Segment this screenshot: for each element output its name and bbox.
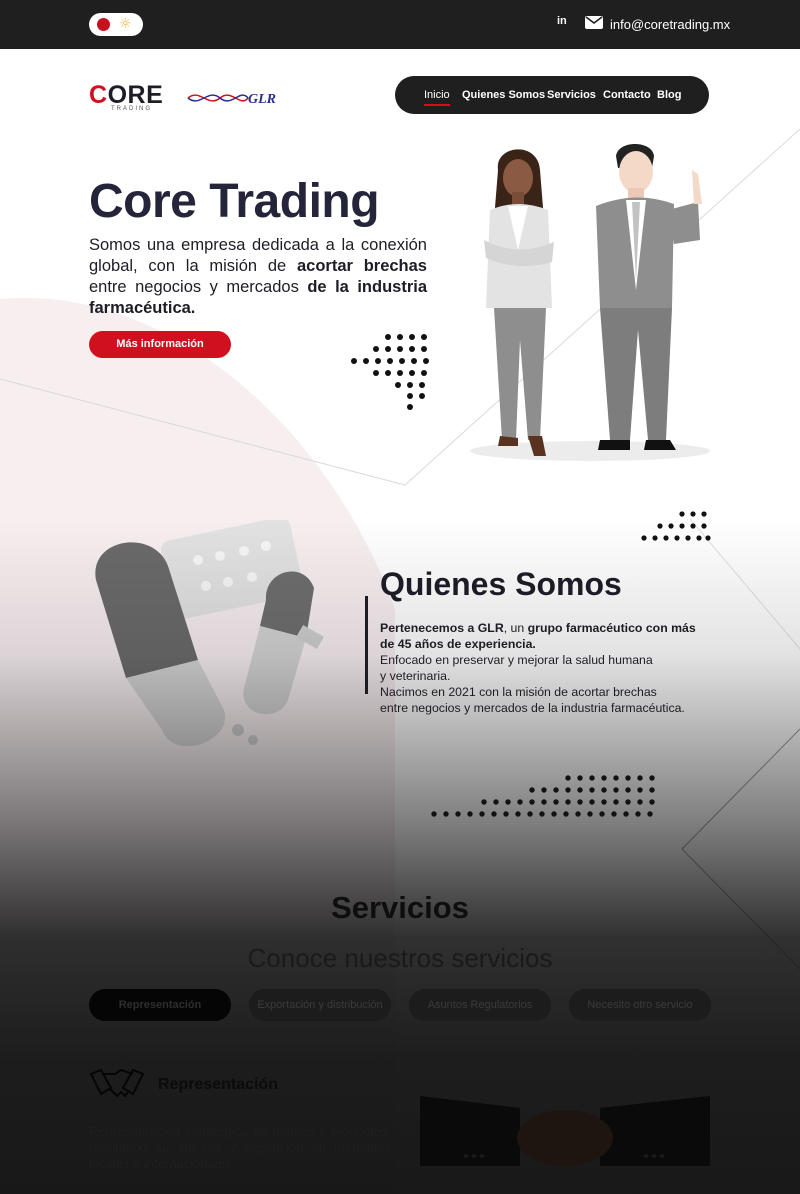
- nav-contacto[interactable]: Contacto: [603, 89, 651, 101]
- services-title: Servicios: [331, 890, 469, 925]
- service-title: Representación: [158, 1076, 279, 1093]
- nav-blog[interactable]: Blog: [657, 89, 681, 101]
- theme-language-toggle[interactable]: ☼: [89, 13, 143, 36]
- pills-illustration: [95, 520, 324, 747]
- nav-inicio[interactable]: Inicio: [424, 89, 450, 106]
- hero-title: Core Trading: [89, 175, 380, 228]
- tab-otro-servicio[interactable]: Necesito otro servicio: [569, 989, 711, 1021]
- services-subtitle: Conoce nuestros servicios: [247, 943, 553, 973]
- glr-logo-text: GLR: [248, 92, 276, 107]
- tab-exportacion[interactable]: Exportación y distribución: [249, 989, 391, 1021]
- about-title: Quienes Somos: [380, 566, 622, 602]
- flag-icon: [97, 18, 110, 31]
- glr-logo[interactable]: GLR: [186, 86, 282, 110]
- dot-pattern: [351, 334, 429, 410]
- dot-pattern: [431, 775, 655, 817]
- handshake-illustration: [420, 1096, 710, 1166]
- logo-letter: C: [89, 81, 108, 109]
- sun-icon: ☼: [119, 16, 132, 32]
- contact-email-link[interactable]: info@coretrading.mx: [610, 17, 730, 32]
- business-people-illustration: [470, 144, 710, 461]
- about-accent-bar: [365, 596, 368, 694]
- handshake-icon: [89, 1068, 145, 1098]
- mail-icon[interactable]: [585, 16, 603, 29]
- more-info-button[interactable]: Más información: [89, 331, 231, 358]
- top-bar: ☼ in info@coretrading.mx: [0, 0, 800, 49]
- about-description: Pertenecemos a GLR, un grupo farmacéutic…: [380, 621, 696, 715]
- service-description: Representación estratégica de marcas y p…: [89, 1124, 391, 1171]
- nav-quienes-somos[interactable]: Quienes Somos: [462, 89, 545, 101]
- dot-pattern: [641, 511, 711, 541]
- hero-description: Somos una empresa dedicada a la conexión…: [89, 236, 427, 317]
- logo-text: ORE: [107, 81, 164, 109]
- tab-representacion[interactable]: Representación: [89, 989, 231, 1021]
- main-navigation: Inicio Quienes Somos Servicios Contacto …: [395, 76, 709, 114]
- core-trading-logo[interactable]: CORE TRADING: [89, 82, 163, 112]
- tab-asuntos-regulatorios[interactable]: Asuntos Regulatorios: [409, 989, 551, 1021]
- nav-servicios[interactable]: Servicios: [547, 89, 596, 101]
- linkedin-icon[interactable]: in: [557, 15, 567, 27]
